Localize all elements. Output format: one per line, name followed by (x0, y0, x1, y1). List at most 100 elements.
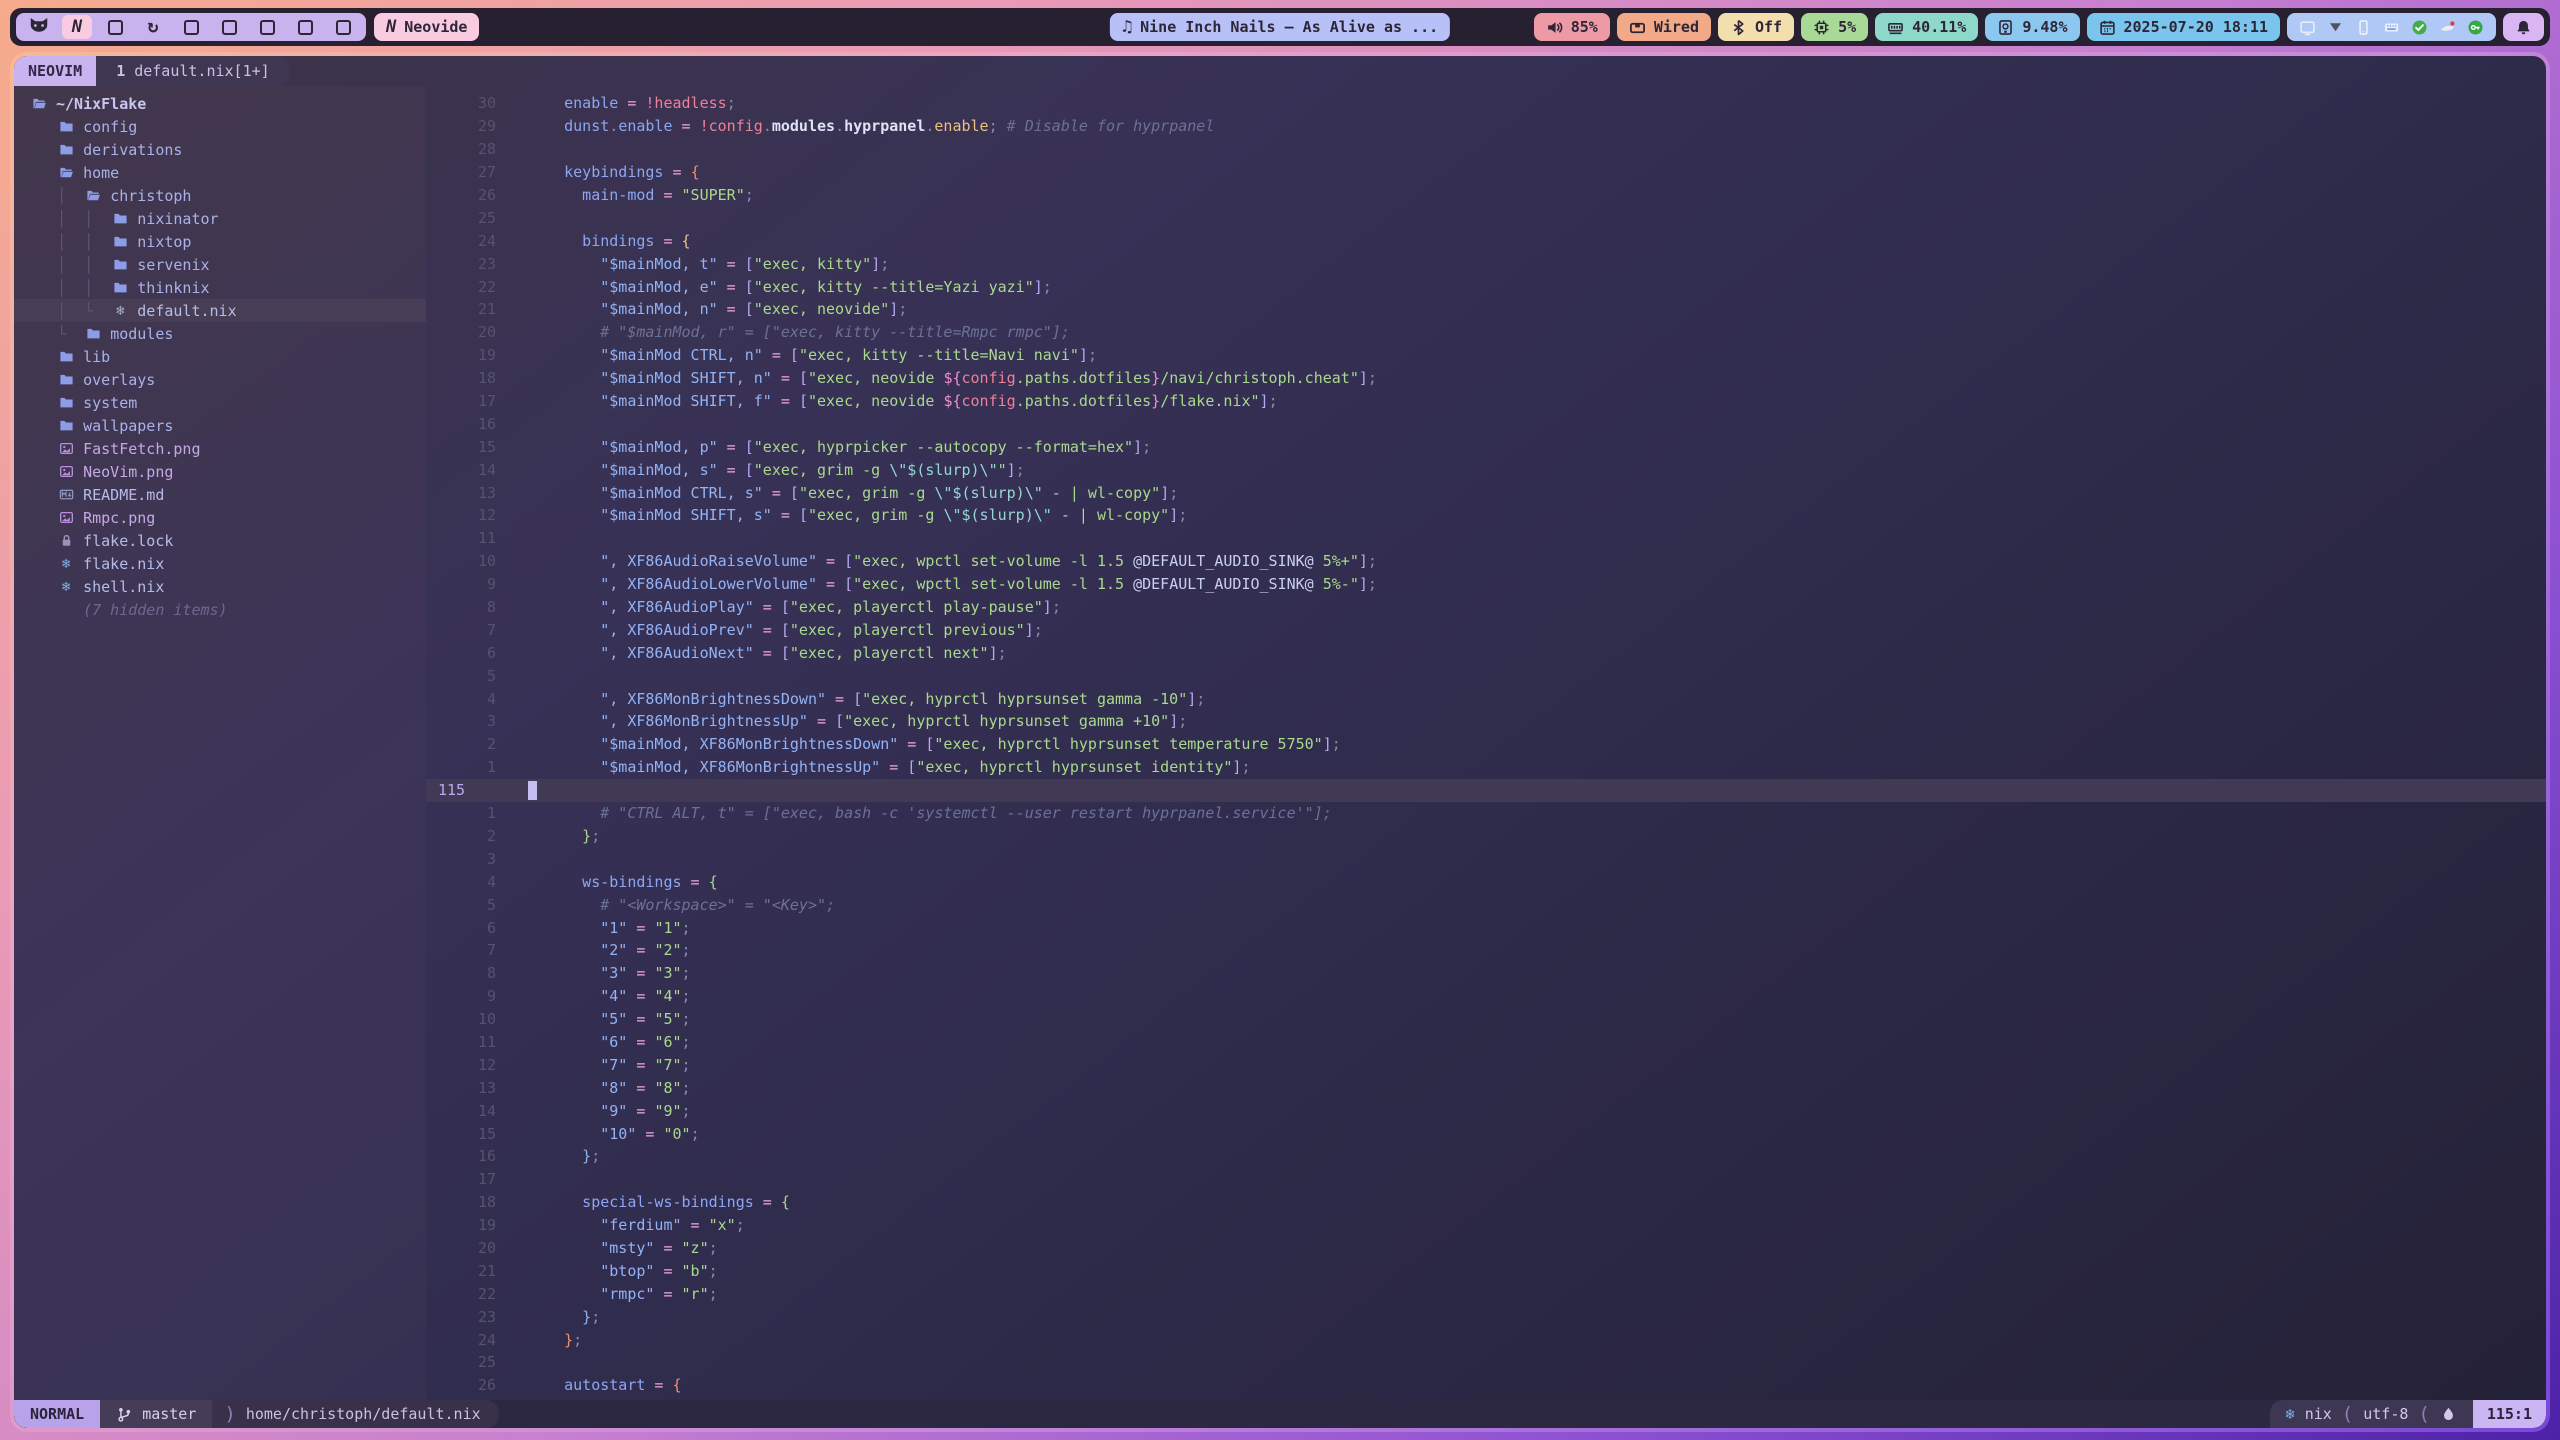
code-line[interactable]: 15 "$mainMod, p" = ["exec, hyprpicker --… (426, 435, 2546, 458)
cursor-line[interactable]: 115 (426, 779, 2546, 802)
tree-item-nixtop[interactable]: │ │ nixtop (14, 230, 426, 253)
memory-pill[interactable]: 40.11% (1875, 13, 1978, 41)
music-player-widget[interactable]: ♫ Nine Inch Nails – As Alive as ... (1110, 13, 1450, 41)
code-line[interactable]: 20 "msty" = "z"; (426, 1237, 2546, 1260)
code-line[interactable]: 25 (426, 206, 2546, 229)
tree-item-derivations[interactable]: derivations (14, 138, 426, 161)
code-line[interactable]: 17 "$mainMod SHIFT, f" = ["exec, neovide… (426, 390, 2546, 413)
code-line[interactable]: 2 }; (426, 825, 2546, 848)
code-line[interactable]: 23 }; (426, 1305, 2546, 1328)
tree-item-system[interactable]: system (14, 391, 426, 414)
code-line[interactable]: 16 }; (426, 1145, 2546, 1168)
workspace-5[interactable] (172, 13, 210, 41)
code-line[interactable]: 24 bindings = { (426, 229, 2546, 252)
code-line[interactable]: 3 ", XF86MonBrightnessUp" = ["exec, hypr… (426, 710, 2546, 733)
notifications-button[interactable] (2503, 13, 2544, 41)
code-line[interactable]: 4 ws-bindings = { (426, 870, 2546, 893)
code-line[interactable]: 11 "6" = "6"; (426, 1031, 2546, 1054)
tree-item-overlays[interactable]: overlays (14, 368, 426, 391)
tree-item-flake.lock[interactable]: flake.lock (14, 529, 426, 552)
code-line[interactable]: 26 autostart = { (426, 1374, 2546, 1397)
code-line[interactable]: 3 (426, 847, 2546, 870)
workspace-6[interactable] (210, 13, 248, 41)
code-line[interactable]: 19 "$mainMod CTRL, n" = ["exec, kitty --… (426, 344, 2546, 367)
code-line[interactable]: 12 "7" = "7"; (426, 1053, 2546, 1076)
code-line[interactable]: 8 ", XF86AudioPlay" = ["exec, playerctl … (426, 596, 2546, 619)
code-line[interactable]: 20 # "$mainMod, r" = ["exec, kitty --tit… (426, 321, 2546, 344)
tray-triangle-icon[interactable] (2327, 19, 2344, 36)
code-line[interactable]: 28 (426, 138, 2546, 161)
code-buffer[interactable]: 30 enable = !headless;29 dunst.enable = … (426, 86, 2546, 1400)
code-line[interactable]: 22 "$mainMod, e" = ["exec, kitty --title… (426, 275, 2546, 298)
workspace-1[interactable] (20, 13, 58, 41)
tree-item-home[interactable]: home (14, 161, 426, 184)
tree-item-christoph[interactable]: │ christoph (14, 184, 426, 207)
code-line[interactable]: 6 ", XF86AudioNext" = ["exec, playerctl … (426, 641, 2546, 664)
code-line[interactable]: 2 "$mainMod, XF86MonBrightnessDown" = ["… (426, 733, 2546, 756)
cpu-pill[interactable]: 5% (1801, 13, 1868, 41)
workspace-7[interactable] (248, 13, 286, 41)
tree-item-default.nix[interactable]: │ └ ❄default.nix (14, 299, 426, 322)
tree-item-wallpapers[interactable]: wallpapers (14, 414, 426, 437)
tree-item-nixinator[interactable]: │ │ nixinator (14, 207, 426, 230)
workspace-4[interactable]: ↻ (134, 13, 172, 41)
tab-default-nix[interactable]: 1 default.nix[1+] (96, 56, 290, 86)
code-line[interactable]: 21 "$mainMod, n" = ["exec, neovide"]; (426, 298, 2546, 321)
code-line[interactable]: 10 "5" = "5"; (426, 1008, 2546, 1031)
tree-item--7-hidden-items-[interactable]: (7 hidden items) (14, 598, 426, 621)
code-line[interactable]: 24 }; (426, 1328, 2546, 1351)
code-line[interactable]: 5 (426, 664, 2546, 687)
code-line[interactable]: 22 "rmpc" = "r"; (426, 1282, 2546, 1305)
tree-item-flake.nix[interactable]: ❄flake.nix (14, 552, 426, 575)
tree-item-rmpc.png[interactable]: Rmpc.png (14, 506, 426, 529)
code-line[interactable]: 8 "3" = "3"; (426, 962, 2546, 985)
tree-item-servenix[interactable]: │ │ servenix (14, 253, 426, 276)
code-line[interactable]: 29 dunst.enable = !config.modules.hyprpa… (426, 115, 2546, 138)
volume-pill[interactable]: 85% (1534, 13, 1610, 41)
code-line[interactable]: 14 "9" = "9"; (426, 1099, 2546, 1122)
code-line[interactable]: 23 "$mainMod, t" = ["exec, kitty"]; (426, 252, 2546, 275)
code-line[interactable]: 5 # "<Workspace>" = "<Key>"; (426, 893, 2546, 916)
tree-item--nixflake[interactable]: ~/NixFlake (14, 92, 426, 115)
tray-phone-icon[interactable] (2355, 19, 2372, 36)
clock-pill[interactable]: 2025-07-20 18:11 (2087, 13, 2281, 41)
code-line[interactable]: 10 ", XF86AudioRaiseVolume" = ["exec, wp… (426, 550, 2546, 573)
workspace-3[interactable] (96, 13, 134, 41)
tree-item-lib[interactable]: lib (14, 345, 426, 368)
code-line[interactable]: 13 "$mainMod CTRL, s" = ["exec, grim -g … (426, 481, 2546, 504)
tray-mouse-icon[interactable] (2439, 19, 2456, 36)
code-line[interactable]: 7 "2" = "2"; (426, 939, 2546, 962)
disk-pill[interactable]: 9.48% (1985, 13, 2079, 41)
code-line[interactable]: 16 (426, 412, 2546, 435)
workspace-8[interactable] (286, 13, 324, 41)
tree-item-neovim.png[interactable]: NeoVim.png (14, 460, 426, 483)
tree-item-modules[interactable]: └ modules (14, 322, 426, 345)
code-line[interactable]: 26 main-mod = "SUPER"; (426, 184, 2546, 207)
workspace-9[interactable] (324, 13, 362, 41)
code-line[interactable]: 1 "$mainMod, XF86MonBrightnessUp" = ["ex… (426, 756, 2546, 779)
tree-item-fastfetch.png[interactable]: FastFetch.png (14, 437, 426, 460)
tray-key-icon[interactable] (2467, 19, 2484, 36)
active-window-title[interactable]: N Neovide (374, 13, 479, 41)
tree-item-shell.nix[interactable]: ❄shell.nix (14, 575, 426, 598)
code-line[interactable]: 27 keybindings = { (426, 161, 2546, 184)
code-line[interactable]: 9 "4" = "4"; (426, 985, 2546, 1008)
code-line[interactable]: 4 ", XF86MonBrightnessDown" = ["exec, hy… (426, 687, 2546, 710)
code-line[interactable]: 30 enable = !headless; (426, 92, 2546, 115)
workspace-switcher[interactable]: N↻ (16, 13, 366, 41)
tray-window-icon[interactable] (2299, 19, 2316, 36)
code-line[interactable]: 15 "10" = "0"; (426, 1122, 2546, 1145)
tree-item-readme.md[interactable]: README.md (14, 483, 426, 506)
bluetooth-pill[interactable]: Off (1718, 13, 1794, 41)
code-line[interactable]: 9 ", XF86AudioLowerVolume" = ["exec, wpc… (426, 573, 2546, 596)
code-line[interactable]: 17 (426, 1168, 2546, 1191)
code-line[interactable]: 11 (426, 527, 2546, 550)
tray-check-icon[interactable] (2411, 19, 2428, 36)
code-line[interactable]: 13 "8" = "8"; (426, 1076, 2546, 1099)
tree-item-thinknix[interactable]: │ │ thinknix (14, 276, 426, 299)
code-line[interactable]: 14 "$mainMod, s" = ["exec, grim -g \"$(s… (426, 458, 2546, 481)
network-pill[interactable]: Wired (1617, 13, 1711, 41)
code-line[interactable]: 18 special-ws-bindings = { (426, 1191, 2546, 1214)
code-line[interactable]: 12 "$mainMod SHIFT, s" = ["exec, grim -g… (426, 504, 2546, 527)
code-line[interactable]: 19 "ferdium" = "x"; (426, 1214, 2546, 1237)
